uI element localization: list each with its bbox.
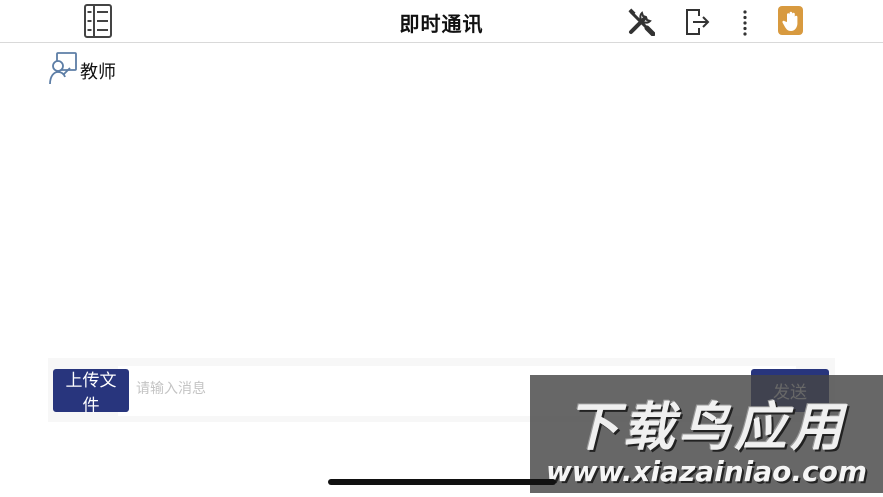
tools-icon[interactable] [625,6,657,38]
site-watermark: 下载鸟应用 www.xiazainiao.com [530,375,883,493]
watermark-url: www.xiazainiao.com [545,455,868,488]
more-vertical-icon[interactable] [735,7,755,39]
participant-label: 教师 [80,62,116,83]
watermark-title: 下载鸟应用 [566,398,847,458]
raise-hand-icon[interactable] [778,6,803,35]
upload-file-button[interactable]: 上传文件 [53,369,129,416]
teacher-icon [48,51,78,85]
home-indicator[interactable] [328,479,556,485]
top-bar: 即时通讯 [0,0,883,43]
participant-teacher[interactable]: 教师 [48,45,116,85]
logout-icon[interactable] [682,6,712,38]
